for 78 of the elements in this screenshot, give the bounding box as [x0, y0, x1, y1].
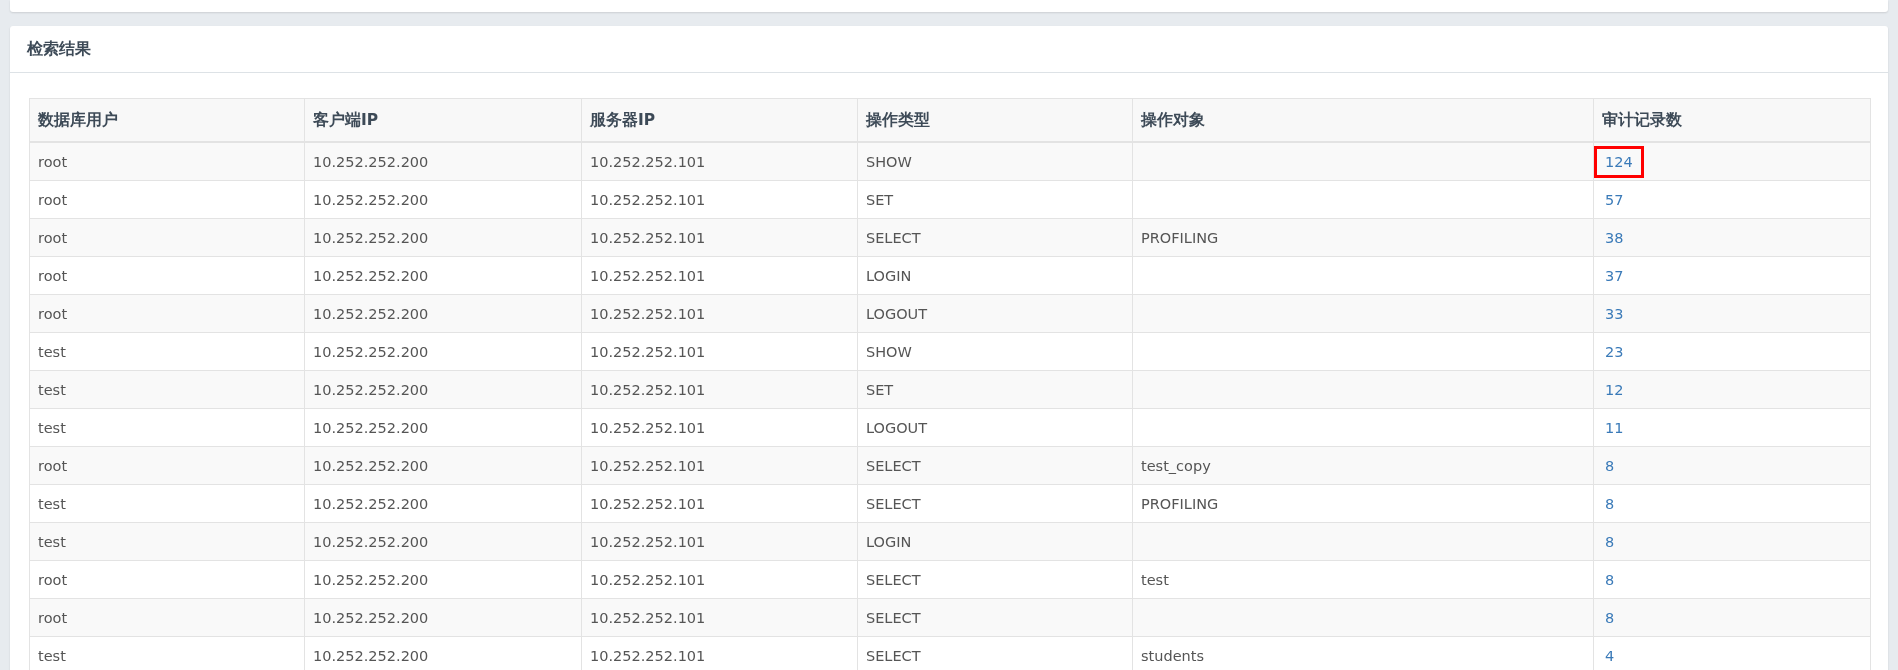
table-cell: test: [1132, 560, 1594, 599]
table-cell: 10.252.252.101: [581, 560, 858, 599]
record-count-link[interactable]: 4: [1594, 639, 1626, 670]
table-cell: 10.252.252.200: [304, 218, 582, 257]
table-cell: SHOW: [857, 332, 1133, 371]
table-cell: SHOW: [857, 142, 1133, 181]
record-count-link[interactable]: 8: [1594, 525, 1626, 558]
table-cell: 10.252.252.101: [581, 256, 858, 295]
table-cell: 10.252.252.200: [304, 598, 582, 637]
table-cell: 10.252.252.101: [581, 294, 858, 333]
table-cell: SELECT: [857, 218, 1133, 257]
table-cell: test: [29, 408, 305, 447]
table-cell: LOGIN: [857, 522, 1133, 561]
table-cell: 10.252.252.101: [581, 370, 858, 409]
record-count-link[interactable]: 11: [1594, 411, 1635, 444]
table-cell: root: [29, 560, 305, 599]
table-cell: test: [29, 522, 305, 561]
table-cell: 10.252.252.200: [304, 522, 582, 561]
table-cell: root: [29, 142, 305, 181]
table-cell: 10.252.252.200: [304, 560, 582, 599]
table-cell: root: [29, 294, 305, 333]
table-cell: 10.252.252.200: [304, 370, 582, 409]
table-cell: 10.252.252.200: [304, 332, 582, 371]
table-cell: root: [29, 180, 305, 219]
table-cell: 10.252.252.200: [304, 294, 582, 333]
table-cell: 10.252.252.200: [304, 142, 582, 181]
table-cell: root: [29, 598, 305, 637]
table-cell: PROFILING: [1132, 484, 1594, 523]
table-cell: root: [29, 218, 305, 257]
table-cell: LOGOUT: [857, 408, 1133, 447]
table-cell: PROFILING: [1132, 218, 1594, 257]
table-cell: test: [29, 636, 305, 670]
table-cell: 10.252.252.200: [304, 180, 582, 219]
column-header: 操作类型: [857, 98, 1133, 142]
record-count-link[interactable]: 12: [1594, 373, 1635, 406]
table-cell: SET: [857, 370, 1133, 409]
table-cell: 10.252.252.200: [304, 446, 582, 485]
table-cell: 10.252.252.200: [304, 256, 582, 295]
table-cell: test: [29, 484, 305, 523]
table-cell: 10.252.252.101: [581, 142, 858, 181]
table-cell: 10.252.252.200: [304, 484, 582, 523]
record-count-link[interactable]: 124: [1594, 145, 1644, 178]
table-cell: SELECT: [857, 446, 1133, 485]
table-cell: 10.252.252.101: [581, 446, 858, 485]
table-cell: SET: [857, 180, 1133, 219]
table-cell: LOGOUT: [857, 294, 1133, 333]
table-cell: 10.252.252.101: [581, 408, 858, 447]
table-cell: 10.252.252.200: [304, 408, 582, 447]
record-count-link[interactable]: 57: [1594, 183, 1635, 216]
record-count-link[interactable]: 38: [1594, 221, 1635, 254]
table-cell: 10.252.252.101: [581, 598, 858, 637]
column-header: 数据库用户: [29, 98, 305, 142]
table-cell: 10.252.252.101: [581, 522, 858, 561]
column-header: 操作对象: [1132, 98, 1594, 142]
table-cell: test: [29, 370, 305, 409]
table-cell: SELECT: [857, 560, 1133, 599]
column-header: 审计记录数: [1593, 98, 1871, 142]
table-cell: root: [29, 446, 305, 485]
record-count-link[interactable]: 8: [1594, 601, 1626, 634]
record-count-link[interactable]: 23: [1594, 335, 1635, 368]
record-count-link[interactable]: 37: [1594, 259, 1635, 292]
table-cell: 10.252.252.101: [581, 180, 858, 219]
table-cell: SELECT: [857, 598, 1133, 637]
table-cell: LOGIN: [857, 256, 1133, 295]
panel-title: 检索结果: [27, 38, 91, 60]
record-count-link[interactable]: 33: [1594, 297, 1635, 330]
table-cell: root: [29, 256, 305, 295]
table-cell: 10.252.252.101: [581, 218, 858, 257]
record-count-link[interactable]: 8: [1594, 487, 1626, 520]
table-cell: SELECT: [857, 484, 1133, 523]
table-cell: test: [29, 332, 305, 371]
table-cell: 10.252.252.101: [581, 332, 858, 371]
column-header: 客户端IP: [304, 98, 582, 142]
column-header: 服务器IP: [581, 98, 858, 142]
table-cell: test_copy: [1132, 446, 1594, 485]
table-cell: 10.252.252.101: [581, 484, 858, 523]
record-count-link[interactable]: 8: [1594, 449, 1626, 482]
record-count-link[interactable]: 8: [1594, 563, 1626, 596]
